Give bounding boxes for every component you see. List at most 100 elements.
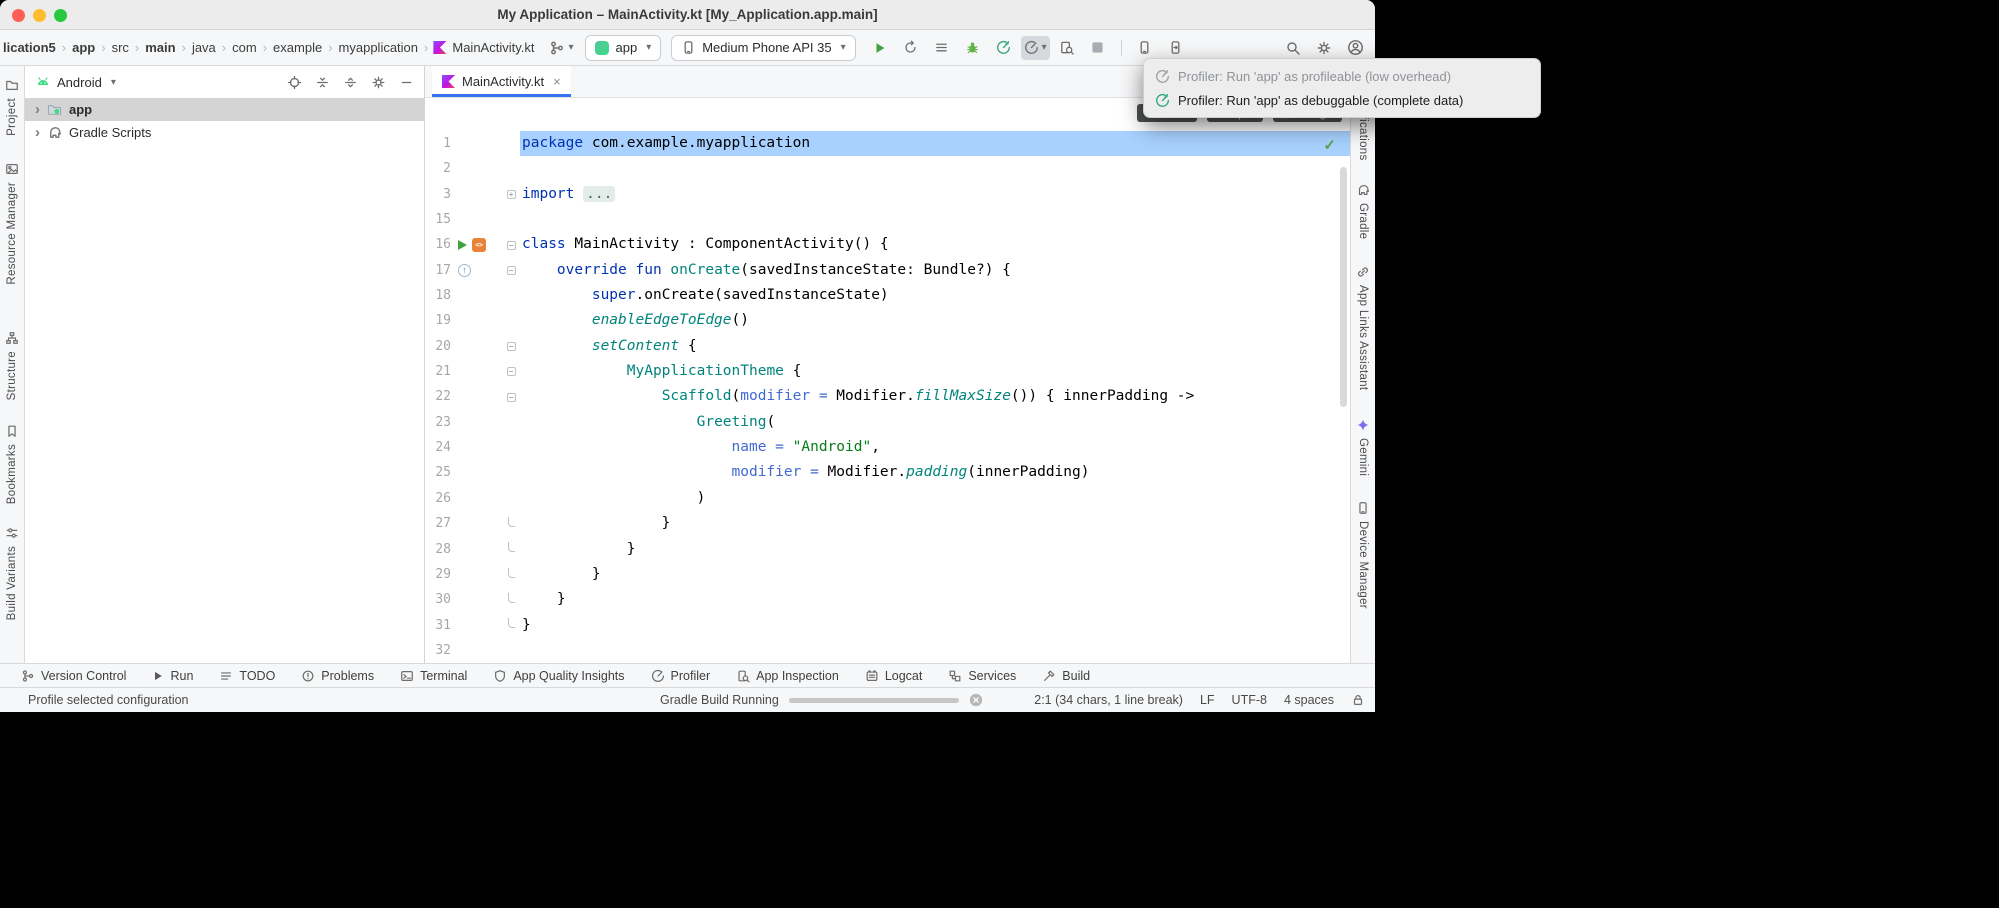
tool-button-device-manager[interactable]: Device Manager — [1356, 501, 1370, 609]
caret-position[interactable]: 2:1 (34 chars, 1 line break) — [1034, 693, 1183, 707]
cancel-build-icon[interactable] — [969, 693, 983, 707]
settings-button[interactable] — [1310, 35, 1338, 61]
compose-gutter-icon[interactable]: <> — [472, 238, 486, 252]
editor-tab-mainactivity[interactable]: MainActivity.kt × — [432, 66, 571, 97]
breadcrumb-item[interactable]: lication5 — [2, 40, 57, 55]
code-line[interactable]: 1package com.example.myapplication — [425, 131, 1350, 156]
layout-inspector-button[interactable] — [1053, 35, 1081, 61]
fold-column[interactable]: − — [502, 342, 520, 351]
indent-setting[interactable]: 4 spaces — [1284, 693, 1334, 707]
locate-file-icon[interactable] — [287, 75, 302, 90]
breadcrumb-item-file[interactable]: MainActivity.kt — [451, 40, 535, 55]
tool-button-gradle[interactable]: Gradle — [1356, 183, 1370, 239]
fold-column[interactable]: − — [502, 367, 520, 376]
code-line[interactable]: 19 enableEdgeToEdge() — [425, 308, 1350, 333]
tool-button-resource-manager[interactable]: Resource Manager — [5, 162, 19, 285]
tree-row-app[interactable]: › app — [25, 98, 424, 121]
lock-icon[interactable] — [1351, 693, 1365, 707]
collapse-all-icon[interactable] — [315, 75, 330, 90]
run-button[interactable] — [866, 35, 894, 61]
breadcrumb-item[interactable]: example — [272, 40, 323, 55]
toolwindow-todo[interactable]: TODO — [206, 664, 288, 687]
code-line[interactable]: 26 ) — [425, 486, 1350, 511]
fold-column[interactable] — [502, 572, 520, 578]
tool-button-bookmarks[interactable]: Bookmarks — [5, 424, 19, 504]
account-avatar-button[interactable] — [1341, 35, 1369, 61]
search-everywhere-button[interactable] — [1279, 35, 1307, 61]
fold-column[interactable]: + — [502, 190, 520, 199]
code-line[interactable]: 32 — [425, 638, 1350, 663]
fold-column[interactable]: − — [502, 393, 520, 402]
breadcrumb-item[interactable]: main — [144, 40, 176, 55]
tree-row-gradle-scripts[interactable]: › Gradle Scripts — [25, 121, 424, 144]
code-editor[interactable]: 1package com.example.myapplication23+imp… — [425, 131, 1350, 663]
tool-button-structure[interactable]: Structure — [5, 331, 19, 400]
stop-button[interactable] — [1084, 35, 1112, 61]
file-encoding[interactable]: UTF-8 — [1232, 693, 1267, 707]
expand-all-icon[interactable] — [343, 75, 358, 90]
tool-button-project[interactable]: Project — [5, 78, 19, 136]
toolwindow-logcat[interactable]: Logcat — [852, 664, 936, 687]
breadcrumb-item[interactable]: myapplication — [338, 40, 420, 55]
build-menu-button[interactable] — [928, 35, 956, 61]
breadcrumb-item[interactable]: com — [231, 40, 258, 55]
code-line[interactable]: 18 super.onCreate(savedInstanceState) — [425, 283, 1350, 308]
toolwindow-problems[interactable]: Problems — [288, 664, 387, 687]
tool-button-build-variants[interactable]: Build Variants — [5, 526, 19, 620]
hide-panel-icon[interactable] — [399, 75, 414, 90]
rerun-button[interactable] — [897, 35, 925, 61]
run-gutter-icon[interactable] — [458, 240, 467, 250]
inspections-ok-icon[interactable]: ✓ — [1323, 136, 1336, 154]
code-line[interactable]: 21− MyApplicationTheme { — [425, 359, 1350, 384]
code-line[interactable]: 3+import ... — [425, 182, 1350, 207]
close-tab-icon[interactable]: × — [553, 74, 561, 89]
run-configuration-selector[interactable]: app ▾ — [585, 35, 661, 61]
tool-button-app-links-assistant[interactable]: App Links Assistant — [1356, 265, 1370, 390]
code-line[interactable]: 29 } — [425, 562, 1350, 587]
breadcrumb-item[interactable]: java — [191, 40, 217, 55]
debug-button[interactable] — [959, 35, 987, 61]
toolwindow-services[interactable]: Services — [935, 664, 1029, 687]
code-line[interactable]: 25 modifier = Modifier.padding(innerPadd… — [425, 460, 1350, 485]
running-devices-button[interactable] — [1131, 35, 1159, 61]
fold-column[interactable] — [502, 546, 520, 552]
toolwindow-run[interactable]: Run — [139, 664, 206, 687]
project-view-selector[interactable]: Android — [57, 75, 102, 90]
code-line[interactable]: 2 — [425, 156, 1350, 181]
toolwindow-app-inspection[interactable]: App Inspection — [723, 664, 852, 687]
toolwindow-build[interactable]: Build — [1029, 664, 1103, 687]
code-line[interactable]: 27 } — [425, 511, 1350, 536]
toolwindow-profiler[interactable]: Profiler — [638, 664, 724, 687]
device-mirroring-button[interactable] — [1162, 35, 1190, 61]
breadcrumb-item[interactable]: app — [71, 40, 96, 55]
menu-item-debuggable[interactable]: Profiler: Run 'app' as debuggable (compl… — [1144, 88, 1540, 112]
code-line[interactable]: 16<>−class MainActivity : ComponentActiv… — [425, 232, 1350, 257]
minimize-window-button[interactable] — [33, 9, 46, 22]
fold-column[interactable] — [502, 597, 520, 603]
code-line[interactable]: 15 — [425, 207, 1350, 232]
code-line[interactable]: 28 } — [425, 537, 1350, 562]
overrides-gutter-icon[interactable]: ↑ — [458, 264, 471, 277]
fold-column[interactable]: − — [502, 266, 520, 275]
chevron-right-icon[interactable]: › — [35, 125, 40, 140]
code-line[interactable]: 23 Greeting( — [425, 410, 1350, 435]
toolwindow-version-control[interactable]: Version Control — [8, 664, 139, 687]
maximize-window-button[interactable] — [54, 9, 67, 22]
close-window-button[interactable] — [12, 9, 25, 22]
editor-scrollbar[interactable] — [1340, 167, 1347, 407]
profiler-run-options-button[interactable]: ▾ — [1021, 36, 1050, 60]
vcs-widget-button[interactable]: ▾ — [547, 35, 575, 61]
code-line[interactable]: 22− Scaffold(modifier = Modifier.fillMax… — [425, 384, 1350, 409]
code-line[interactable]: 30 } — [425, 587, 1350, 612]
fold-column[interactable] — [502, 521, 520, 527]
breadcrumb-item[interactable]: src — [111, 40, 130, 55]
chevron-right-icon[interactable]: › — [35, 102, 40, 117]
device-selector[interactable]: Medium Phone API 35 ▾ — [671, 35, 855, 61]
code-line[interactable]: 24 name = "Android", — [425, 435, 1350, 460]
panel-options-gear-icon[interactable] — [371, 75, 386, 90]
code-line[interactable]: 31} — [425, 613, 1350, 638]
code-line[interactable]: 17↑− override fun onCreate(savedInstance… — [425, 258, 1350, 283]
line-separator[interactable]: LF — [1200, 693, 1215, 707]
tool-button-gemini[interactable]: Gemini — [1356, 418, 1370, 476]
toolwindow-app-quality-insights[interactable]: App Quality Insights — [480, 664, 637, 687]
